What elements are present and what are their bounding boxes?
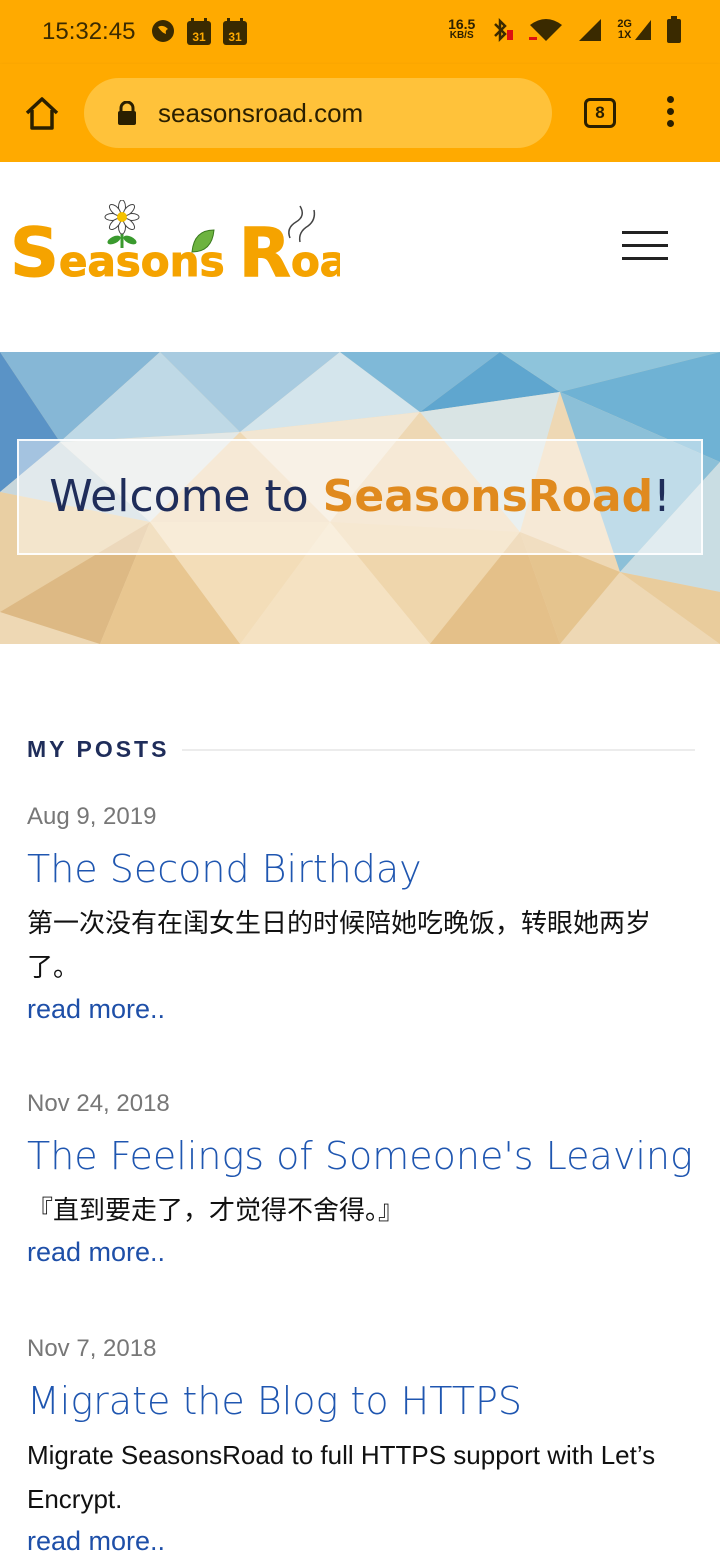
system-icons: 16.5 KB/S 2G 1X [448, 16, 682, 44]
post-excerpt: 『直到要走了，才觉得不舍得。』 [27, 1195, 405, 1225]
welcome-brand: SeasonsRoad [322, 471, 654, 522]
calendar-icon: 31 [187, 18, 211, 45]
svg-text:SeasonsRoad: SeasonsRoad [10, 214, 340, 282]
post-date: Aug 9, 2019 [27, 803, 157, 830]
signal-2g-indicator: 2G 1X [617, 18, 652, 42]
post-item: Nov 24, 2018 The Feelings of Someone's L… [27, 1086, 697, 1272]
wifi-icon [529, 19, 563, 41]
status-bar: 15:32:45 31 31 16.5 KB/S 2G 1X [0, 0, 720, 64]
svg-text:31: 31 [228, 30, 242, 44]
site-header: SeasonsRoad [0, 162, 720, 352]
browser-notification-icon [152, 20, 174, 42]
hero-banner: Welcome to SeasonsRoad! [0, 352, 720, 644]
welcome-banner: Welcome to SeasonsRoad! [17, 439, 703, 555]
signal-secondary-icon [635, 20, 651, 40]
section-title: MY POSTS [27, 736, 170, 762]
welcome-suffix: ! [653, 471, 671, 522]
read-more-link[interactable]: read more.. [27, 989, 165, 1029]
calendar-icon: 31 [223, 18, 247, 45]
section-header: MY POSTS [27, 736, 695, 766]
post-title-link[interactable]: The Feelings of Someone's Leaving [27, 1128, 697, 1184]
post-title-link[interactable]: Migrate the Blog to HTTPS [27, 1373, 697, 1429]
read-more-link[interactable]: read more.. [27, 1521, 165, 1561]
post-excerpt: Migrate SeasonsRoad to full HTTPS suppor… [27, 1440, 656, 1514]
battery-icon [667, 16, 681, 43]
post-excerpt: 第一次没有在闺女生日的时候陪她吃晚饭，转眼她两岁了。 [27, 908, 652, 982]
notification-icons: 31 31 [150, 18, 248, 46]
site-logo[interactable]: SeasonsRoad [10, 200, 340, 282]
url-text[interactable]: seasonsroad.com [158, 98, 363, 129]
post-item: Nov 7, 2018 Migrate the Blog to HTTPS Mi… [27, 1331, 697, 1561]
post-date: Nov 7, 2018 [27, 1335, 157, 1362]
browser-toolbar: seasonsroad.com 8 [0, 64, 720, 162]
post-date: Nov 24, 2018 [27, 1090, 170, 1117]
tab-switcher-button[interactable]: 8 [584, 98, 616, 128]
post-title-link[interactable]: The Second Birthday [27, 841, 697, 897]
browser-menu-icon[interactable] [662, 96, 678, 130]
signal-icon [579, 19, 602, 41]
welcome-prefix: Welcome to [49, 471, 323, 522]
svg-text:31: 31 [192, 30, 206, 44]
network-speed: 16.5 KB/S [448, 16, 476, 41]
post-item: Aug 9, 2019 The Second Birthday 第一次没有在闺女… [27, 799, 697, 1029]
section-divider [182, 749, 695, 751]
address-bar[interactable]: seasonsroad.com [84, 78, 552, 148]
read-more-link[interactable]: read more.. [27, 1232, 165, 1272]
home-icon[interactable] [22, 94, 62, 134]
status-time: 15:32:45 [42, 18, 136, 45]
lock-icon [118, 101, 136, 125]
hamburger-menu-icon[interactable] [622, 231, 668, 263]
bluetooth-icon [494, 17, 514, 43]
